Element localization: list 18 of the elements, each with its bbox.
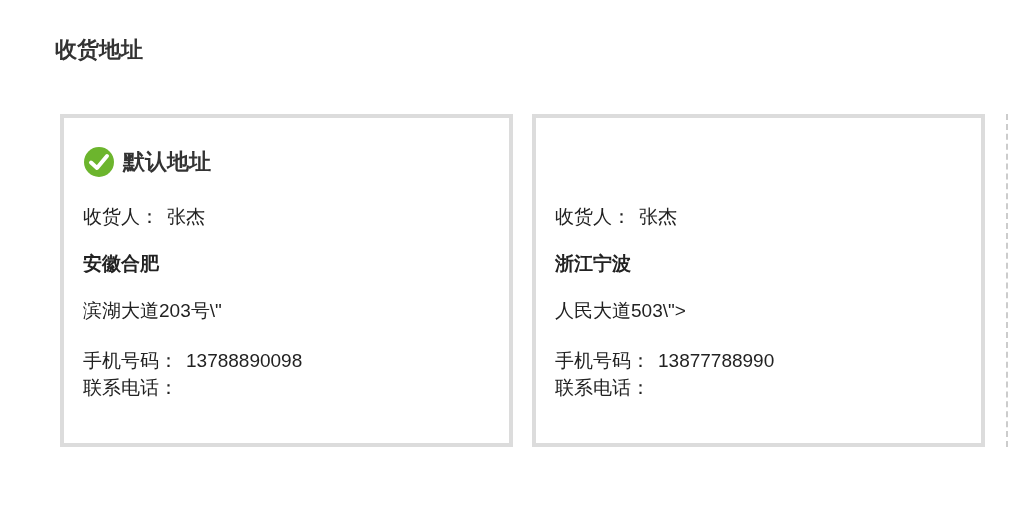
phone-label: 联系电话： [555,377,650,398]
mobile-label: 手机号码： [555,350,650,371]
address-card[interactable]: 收货人： 张杰 浙江宁波 人民大道503\"> 手机号码： 13877788990 联系电话： [532,114,985,447]
phone-label: 联系电话： [83,377,178,398]
default-address-label: 默认地址 [123,148,211,176]
consignee-name: 张杰 [639,206,677,227]
street-address: 人民大道503\"> [555,299,687,323]
mobile-label: 手机号码： [83,350,178,371]
address-card[interactable]: 默认地址 收货人： 张杰 安徽合肥 滨湖大道203号\" 手机号码： 13788890098 联系电话： [60,114,513,447]
consignee-label: 收货人： [555,206,631,227]
consignee-name: 张杰 [167,206,205,227]
mobile-number: 13788890098 [186,350,303,371]
region-text: 浙江宁波 [555,252,632,276]
region-text: 安徽合肥 [83,252,160,276]
street-address: 滨湖大道203号\" [83,299,223,323]
section-title: 收货地址 [54,36,144,64]
mobile-number: 13877788990 [658,350,775,371]
consignee-label: 收货人： [83,206,159,227]
